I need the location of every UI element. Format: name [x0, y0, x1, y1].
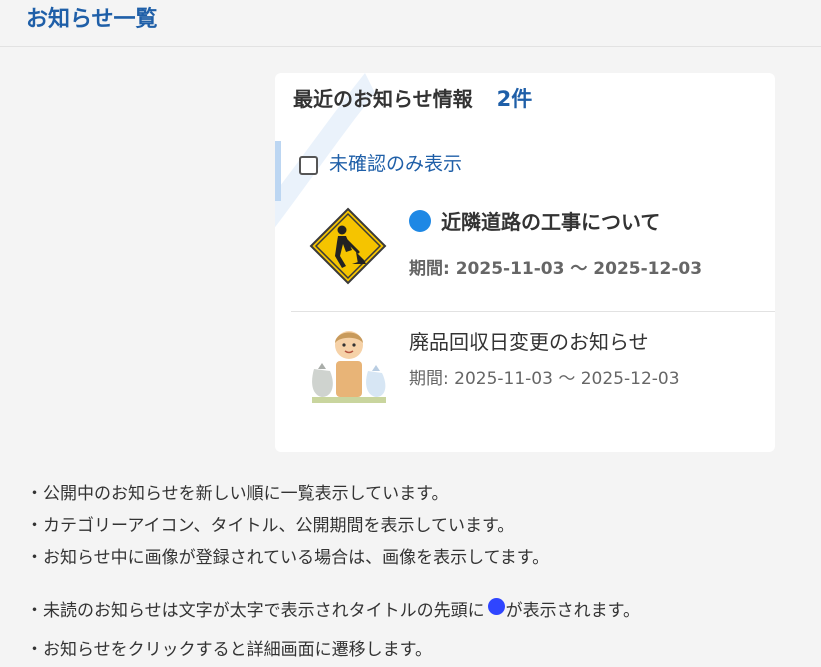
- notice-item[interactable]: 近隣道路の工事について 期間: 2025-11-03 〜 2025-12-03: [291, 201, 775, 312]
- notice-title[interactable]: 廃品回収日変更のお知らせ: [409, 329, 649, 355]
- unread-only-checkbox[interactable]: [299, 156, 318, 175]
- description-item: ・公開中のお知らせを新しい順に一覧表示しています。: [26, 484, 449, 504]
- notice-count: 2件: [496, 87, 533, 111]
- unread-dot-icon: [409, 210, 431, 232]
- description-text: が表示されます。: [505, 601, 640, 621]
- description-item: ・お知らせをクリックすると詳細画面に遷移します。: [26, 640, 432, 660]
- construction-sign-icon: [309, 207, 387, 285]
- notice-title-text: 近隣道路の工事について: [441, 210, 661, 234]
- description-text: ・未読のお知らせは文字が太字で表示されタイトルの先頭に: [26, 601, 485, 621]
- notice-card: 最近のお知らせ情報 2件 未確認のみ表示 近隣道路の工事について 期間: 202…: [275, 73, 775, 452]
- page-title: お知らせ一覧: [26, 7, 158, 32]
- unread-filter[interactable]: 未確認のみ表示: [275, 141, 535, 201]
- unread-only-label[interactable]: 未確認のみ表示: [329, 151, 462, 177]
- filter-accent-bar: [275, 141, 281, 201]
- card-header: 最近のお知らせ情報 2件: [293, 83, 532, 111]
- notice-period: 期間: 2025-11-03 〜 2025-12-03: [409, 369, 680, 389]
- notice-title[interactable]: 近隣道路の工事について: [409, 209, 660, 235]
- notice-period: 期間: 2025-11-03 〜 2025-12-03: [409, 259, 703, 279]
- card-heading: 最近のお知らせ情報: [293, 87, 473, 111]
- page-header: お知らせ一覧: [0, 0, 821, 47]
- description-item: ・未読のお知らせは文字が太字で表示されタイトルの先頭に が表示されます。: [26, 598, 640, 623]
- unread-dot-icon: [487, 598, 505, 615]
- description-item: ・カテゴリーアイコン、タイトル、公開期間を表示しています。: [26, 516, 515, 536]
- garbage-collection-illustration: [308, 325, 388, 405]
- notice-item[interactable]: 廃品回収日変更のお知らせ 期間: 2025-11-03 〜 2025-12-03: [291, 325, 775, 443]
- description-item: ・お知らせ中に画像が登録されている場合は、画像を表示してます。: [26, 548, 550, 568]
